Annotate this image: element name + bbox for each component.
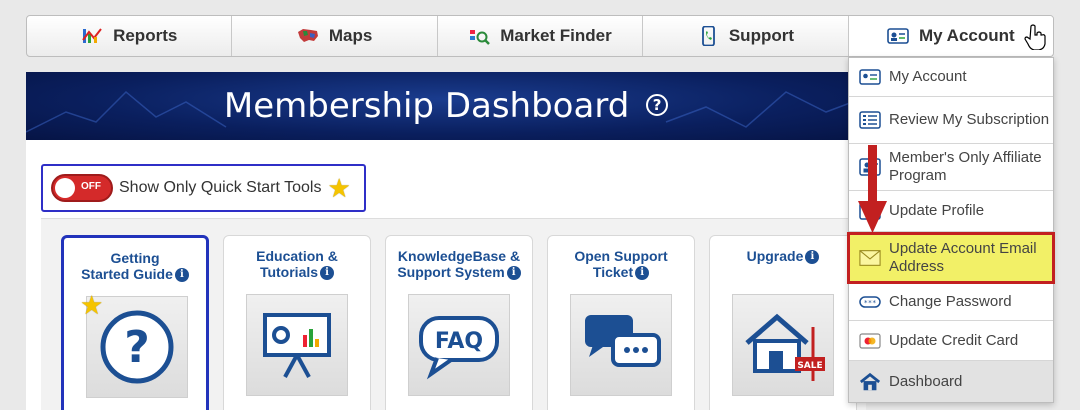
tile-knowledgebase[interactable]: KnowledgeBase & Support System i FAQ (385, 235, 533, 410)
dashboard-content: OFF Show Only Quick Start Tools ★ Gettin… (26, 140, 866, 410)
credit-card-icon (859, 332, 881, 350)
tile-title-line1: Education & (256, 248, 338, 264)
help-icon[interactable]: ? (646, 93, 669, 116)
tile-title-line2: Started Guide (81, 266, 173, 282)
tile-education-tutorials[interactable]: Education & Tutorials i (223, 235, 371, 410)
tile-getting-started[interactable]: Getting Started Guide i ? ★ (61, 235, 209, 410)
menu-item-label: Dashboard (889, 372, 963, 390)
tile-title-line2: Ticket (592, 264, 634, 280)
chat-bubbles-icon (585, 315, 661, 367)
toggle-state-label: OFF (81, 181, 101, 192)
market-finder-icon (470, 30, 491, 45)
quick-start-toggle[interactable]: OFF (51, 174, 113, 202)
menu-item-my-account[interactable]: My Account (849, 58, 1053, 97)
tool-tiles: Getting Started Guide i ? ★ Education & T… (41, 218, 866, 410)
tile-title-line1: Getting (110, 250, 160, 266)
dashboard-banner: Membership Dashboard ? (26, 72, 866, 140)
account-card-icon (887, 28, 909, 44)
nav-market-finder[interactable]: Market Finder (438, 16, 644, 56)
home-icon (859, 372, 881, 391)
tile-image (570, 294, 672, 396)
hand-cursor-icon (1024, 24, 1046, 50)
tile-title-line2: Support System (397, 264, 505, 280)
nav-maps[interactable]: Maps (232, 16, 438, 56)
nav-reports[interactable]: Reports (27, 16, 233, 56)
star-icon: ★ (327, 173, 351, 203)
info-icon[interactable]: i (805, 250, 820, 265)
menu-item-change-password[interactable]: *** Change Password (849, 284, 1053, 321)
reports-chart-icon (82, 28, 102, 43)
svg-text:***: *** (864, 299, 877, 307)
nav-support[interactable]: Support (643, 16, 849, 56)
nav-my-account-label: My Account (918, 26, 1015, 45)
tile-open-support-ticket[interactable]: Open Support Ticket i (547, 235, 695, 410)
menu-item-dashboard[interactable]: Dashboard (849, 361, 1053, 402)
menu-item-update-credit-card[interactable]: Update Credit Card (849, 321, 1053, 361)
faq-bubble-icon: FAQ (419, 316, 499, 380)
info-icon[interactable]: i (174, 268, 189, 283)
info-icon[interactable]: i (635, 266, 650, 281)
tile-title-line1: Upgrade (746, 248, 804, 264)
svg-text:?: ? (124, 322, 150, 373)
subscription-list-icon (859, 111, 881, 129)
usa-map-icon (297, 29, 318, 42)
page-title: Membership Dashboard (223, 86, 630, 126)
menu-item-label: Update Account Email Address (889, 240, 1037, 275)
nav-reports-label: Reports (113, 26, 178, 45)
account-card-icon (859, 68, 881, 86)
nav-my-account[interactable]: My Account (848, 16, 1053, 56)
nav-market-finder-label: Market Finder (500, 26, 612, 45)
quick-start-filter: OFF Show Only Quick Start Tools ★ (41, 164, 366, 212)
info-icon[interactable]: i (320, 266, 335, 281)
menu-item-label: My Account (889, 68, 967, 85)
tile-title-line1: KnowledgeBase & (397, 248, 521, 264)
menu-item-review-subscription[interactable]: Review My Subscription (849, 97, 1053, 144)
info-icon[interactable]: i (506, 266, 521, 281)
menu-item-label: Update Credit Card (889, 331, 1019, 349)
tile-upgrade[interactable]: Upgrade i SALE (709, 235, 857, 410)
nav-maps-label: Maps (328, 26, 373, 45)
svg-text:FAQ: FAQ (435, 329, 483, 354)
house-sale-icon: SALE (745, 313, 825, 381)
tile-image: SALE (732, 294, 834, 396)
menu-item-label: Member's Only Affiliate Program (889, 149, 1042, 184)
tile-title-line1: Open Support (574, 248, 668, 264)
nav-support-label: Support (728, 26, 794, 45)
annotation-arrow-icon (858, 145, 887, 233)
favorite-star-icon[interactable]: ★ (80, 290, 103, 321)
question-mark-icon: ? (100, 310, 174, 384)
tile-title-line2: Tutorials (259, 264, 319, 280)
menu-item-label: Update Profile (889, 202, 985, 219)
phone-icon (701, 26, 715, 46)
toggle-knob (55, 178, 75, 198)
svg-text:SALE: SALE (797, 361, 822, 371)
menu-item-label: Review My Subscription (889, 111, 1050, 128)
tile-image (246, 294, 348, 396)
presentation-board-icon (263, 313, 331, 378)
envelope-icon (859, 249, 881, 267)
top-navigation: Reports Maps Market Finder Support My Ac… (26, 15, 1054, 57)
quick-start-label: Show Only Quick Start Tools (119, 179, 322, 196)
tile-image: FAQ (408, 294, 510, 396)
menu-item-label: Change Password (889, 293, 1012, 310)
menu-item-update-email[interactable]: Update Account Email Address (849, 235, 1053, 281)
password-key-icon: *** (859, 293, 881, 311)
